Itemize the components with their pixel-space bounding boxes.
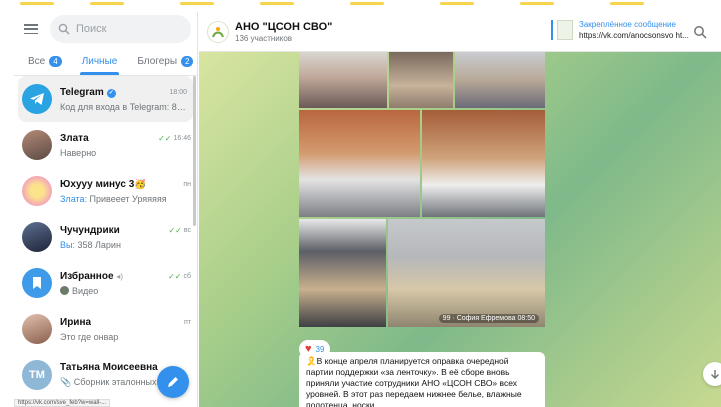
post-text-bubble: 🎗️В конце апреля планируется оправка оче… [299,352,545,407]
chat-preview: 358 Ларин [77,239,121,250]
post-author: София Ефремова [456,315,516,322]
channel-header[interactable]: АНО "ЦСОН СВО" 136 участников Закреплённ… [199,12,721,52]
telegram-logo-icon [30,93,44,105]
post-meta: 99 · София Ефремова 08:50 [438,314,539,323]
scroll-down-button[interactable] [703,362,721,386]
tab-label: Все [28,56,46,67]
avatar: ТМ [22,360,52,390]
sender-prefix: Злата: [60,193,90,204]
chat-time: пт [184,318,191,326]
left-edge [0,12,14,407]
chat-name: Злата [60,132,89,144]
chat-list-scrollbar[interactable] [193,76,196,226]
chat-time: 16:46 [173,134,191,142]
search-placeholder: Поиск [76,23,107,35]
chat-name: Татьяна Моисеевна [60,362,158,373]
channel-panel: АНО "ЦСОН СВО" 136 участников Закреплённ… [199,12,721,407]
avatar [22,222,52,252]
chat-preview: Видео [72,285,99,296]
chat-list-panel: Поиск Все4 Личные Блогеры2 Нс Telegram✓ 1… [14,12,198,407]
chat-preview: Наверно [60,147,97,158]
avatar [22,176,52,206]
photo[interactable] [389,52,453,108]
attachment-icon: 📎 [60,377,74,387]
chat-item-telegram[interactable]: Telegram ✓ 18:00 Код для входа в Telegram:… [18,76,193,122]
tab-personal[interactable]: Личные [79,56,124,75]
avatar [22,84,52,114]
chat-preview: Привееет Уряяяяя [89,193,167,204]
chat-item-chuchundriki[interactable]: Чучундрики ✓✓ вс Вы: 358 Ларин [14,214,197,260]
verified-icon: ✓ [106,88,116,98]
photo[interactable] [299,52,387,108]
search-input[interactable]: Поиск [50,15,191,43]
chat-item-saved-messages[interactable]: Избранное ◂) ✓✓ сб Видео [14,260,197,306]
avatar [22,268,52,298]
chat-time: сб [183,272,191,280]
browser-status-url: https://vk.com/sve_feb?w=wall-... [14,399,111,407]
tab-all[interactable]: Все 4 [28,56,68,75]
avatar [22,314,52,344]
photo[interactable] [299,219,386,327]
channel-logo-icon [212,26,224,37]
post-time: 08:50 [517,315,535,322]
pinned-label: Закреплённое сообщение [579,20,676,29]
chat-name: Ирина [60,316,92,328]
chat-name: Telegram [60,86,104,98]
tab-label: Блогеры [137,56,178,67]
read-check-icon: ✓✓ [168,271,182,281]
chat-time: вс [183,226,191,234]
pinned-thumbnail [557,20,573,40]
channel-title: АНО "ЦСОН СВО" [235,20,333,33]
tab-count-badge: 4 [49,56,62,67]
arrow-down-icon [711,370,719,379]
avatar-initials: ТМ [29,369,45,381]
chat-time: пн [183,180,191,188]
chat-list: Telegram ✓ 18:00 Код для входа в Telegram:… [14,76,197,398]
post-text: 🎗️В конце апреля планируется оправка оче… [306,356,522,407]
photo[interactable] [299,110,420,217]
pinned-message[interactable]: Закреплённое сообщение https://vk.com/an… [551,20,689,40]
channel-members: 136 участников [235,33,293,43]
chat-item-irina[interactable]: Ирина пт Это где онвар [14,306,197,352]
tab-bloggers[interactable]: Блогеры 2 [137,56,197,75]
view-count: 99 [442,315,451,322]
photo[interactable] [455,52,545,108]
chat-time: 18:00 [169,88,187,96]
avatar [22,130,52,160]
search-icon[interactable] [693,25,707,39]
channel-avatar [207,20,229,43]
tab-count-badge: 2 [181,56,194,67]
pencil-icon [168,377,178,387]
chat-item-zlata[interactable]: Злата ✓✓ 16:46 Наверно [14,122,197,168]
search-icon [58,23,70,35]
post-photo-album[interactable]: 99 · София Ефремова 08:50 [299,52,545,338]
read-check-icon: ✓✓ [158,133,172,143]
chat-name: Чучундрики [60,224,120,236]
photo[interactable]: 99 · София Ефремова 08:50 [388,219,545,327]
chat-name: Юхууу минус 3🥳 [60,178,147,190]
sender-prefix: Вы: [60,239,78,250]
compose-button[interactable] [157,366,189,398]
browser-top-strip [0,0,721,12]
video-thumb-icon [60,285,69,295]
chat-preview: Код для входа в Telegram: 869... [60,101,187,112]
muted-speaker-icon: ◂) [116,271,123,281]
bookmark-icon [33,277,41,289]
menu-icon[interactable] [24,22,38,36]
photo[interactable] [422,110,545,217]
folder-tabs: Все4 Личные Блогеры2 Нс [14,46,197,76]
tab-label: Личные [81,56,118,67]
chat-item-group-minus3[interactable]: Юхууу минус 3🥳 пн Злата: Привееет Уряяяяя [14,168,197,214]
read-check-icon: ✓✓ [168,225,182,235]
pinned-text: https://vk.com/anocsonsvo ht... [579,31,689,40]
chat-name: Избранное [60,270,114,282]
chat-preview: Это где онвар [60,331,119,342]
